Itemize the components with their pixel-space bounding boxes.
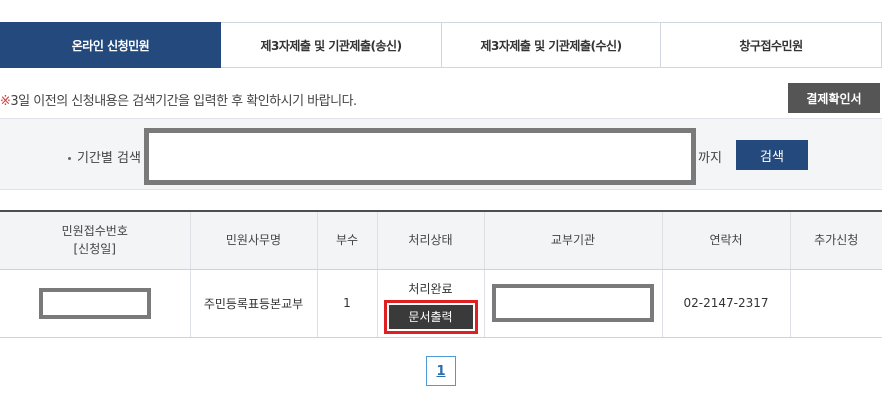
tab-third-party-sent[interactable]: 제3자제출 및 기관제출(송신) [221,22,442,68]
search-button[interactable]: 검색 [736,140,808,170]
until-label: 까지 [698,151,722,166]
bullet-icon [68,157,71,160]
col-copies: 부수 [317,210,378,270]
application-table: 민원접수번호 [신청일] 민원사무명 부수 처리상태 교부기관 연락처 추가신청 … [0,210,882,338]
print-document-button[interactable]: 문서출력 [388,305,473,329]
tab-online-application[interactable]: 온라인 신청민원 [0,22,221,68]
cell-issuer [484,269,663,338]
col-contact: 연락처 [662,210,791,270]
col-status: 처리상태 [377,210,485,270]
search-panel: 기간별 검색 까지 검색 [0,118,882,190]
tab-counter-application[interactable]: 창구접수민원 [661,22,882,68]
cell-receipt-no [0,269,191,338]
notice-text: ※3일 이전의 신청내용은 검색기간을 입력한 후 확인하시기 바랍니다. [0,90,357,109]
col-receipt-no-label: 민원접수번호 [61,224,128,239]
redacted-receipt-no [38,287,151,319]
col-receipt-date-label: [신청일] [73,242,116,257]
redacted-issuer [492,284,654,322]
cell-copies: 1 [317,269,378,338]
payment-confirmation-button[interactable]: 결제확인서 [788,83,880,113]
col-extra: 추가신청 [790,210,882,270]
notice-mark: ※ [0,94,11,109]
search-label-text: 기간별 검색 [77,151,141,166]
col-office-name: 민원사무명 [190,210,318,270]
cell-office-name: 주민등록표등본교부 [190,269,318,338]
cell-extra [790,269,882,338]
col-issuer: 교부기관 [484,210,663,270]
col-receipt-no: 민원접수번호 [신청일] [0,210,191,270]
table-header-row: 민원접수번호 [신청일] 민원사무명 부수 처리상태 교부기관 연락처 추가신청 [0,210,882,270]
print-highlight-box: 문서출력 [383,300,478,334]
tab-bar: 온라인 신청민원 제3자제출 및 기관제출(송신) 제3자제출 및 기관제출(수… [0,22,882,68]
notice-message: 3일 이전의 신청내용은 검색기간을 입력한 후 확인하시기 바랍니다. [10,94,357,109]
cell-contact: 02-2147-2317 [662,269,791,338]
cell-status: 처리완료 문서출력 [377,269,485,338]
search-label: 기간별 검색 [68,147,141,166]
table-row: 주민등록표등본교부 1 처리완료 문서출력 02-2147-2317 [0,269,882,338]
page-1-link[interactable]: 1 [426,356,456,386]
status-text: 처리완료 [408,282,453,296]
tab-third-party-received[interactable]: 제3자제출 및 기관제출(수신) [442,22,661,68]
redacted-date-range-input[interactable] [144,128,696,185]
